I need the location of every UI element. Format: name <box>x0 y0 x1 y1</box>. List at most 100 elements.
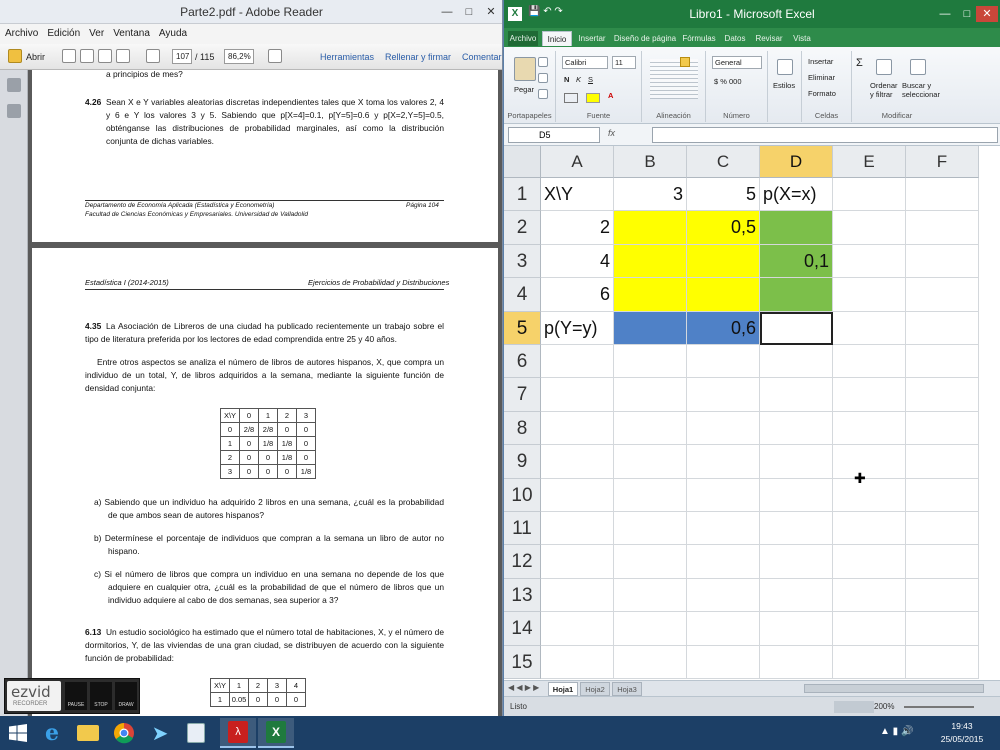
cell-c11[interactable] <box>687 512 760 546</box>
cell-e5[interactable] <box>833 311 906 345</box>
comment-button[interactable]: Comentar <box>462 52 502 62</box>
menu-ventana[interactable]: Ventana <box>108 24 154 39</box>
sheet-tab-hoja1[interactable]: Hoja1 <box>548 682 578 696</box>
cell-f14[interactable] <box>906 612 979 646</box>
cell-d4[interactable] <box>760 278 833 312</box>
row-header-9[interactable]: 9 <box>504 445 541 479</box>
tab-datos[interactable]: Datos <box>720 31 750 46</box>
cell-c15[interactable] <box>687 645 760 679</box>
cell-d15[interactable] <box>760 645 833 679</box>
cell-d2[interactable] <box>760 211 833 245</box>
cell-b10[interactable] <box>614 478 687 512</box>
cell-f12[interactable] <box>906 545 979 579</box>
find-select-button[interactable]: Buscar y seleccionar <box>902 81 942 99</box>
insert-button[interactable]: Insertar <box>808 57 833 66</box>
paste-icon[interactable] <box>514 57 536 81</box>
open-button[interactable]: Abrir <box>26 52 45 62</box>
cell-b9[interactable] <box>614 445 687 479</box>
cell-f5[interactable] <box>906 311 979 345</box>
cell-a14[interactable] <box>541 612 614 646</box>
convert-icon[interactable] <box>80 49 94 63</box>
cell-d9[interactable] <box>760 445 833 479</box>
cell-c10[interactable] <box>687 478 760 512</box>
paper-plane-icon[interactable]: ➤ <box>142 718 178 748</box>
format-button[interactable]: Formato <box>808 89 836 98</box>
cell-a13[interactable] <box>541 578 614 613</box>
styles-icon[interactable] <box>777 59 793 75</box>
horizontal-scrollbar[interactable] <box>804 684 984 693</box>
cell-a11[interactable] <box>541 512 614 546</box>
cell-b13[interactable] <box>614 578 687 613</box>
row-header-14[interactable]: 14 <box>504 612 541 646</box>
cell-f10[interactable] <box>906 478 979 512</box>
cell-d14[interactable] <box>760 612 833 646</box>
cell-a8[interactable] <box>541 411 614 446</box>
row-header-15[interactable]: 15 <box>504 645 541 679</box>
cell-c2[interactable]: 0,5 <box>687 211 760 245</box>
cell-c4[interactable] <box>687 278 760 312</box>
ezvid-stop-button[interactable]: STOP <box>90 682 112 710</box>
wrap-text-icon[interactable] <box>680 57 690 67</box>
number-format-select[interactable]: General <box>712 56 762 69</box>
cell-b1[interactable]: 3 <box>614 178 687 212</box>
name-box[interactable]: D5 <box>508 127 600 143</box>
share-icon[interactable] <box>116 49 130 63</box>
format-painter-icon[interactable] <box>538 89 548 99</box>
cell-d1[interactable]: p(X=x) <box>760 178 833 212</box>
cell-c7[interactable] <box>687 378 760 412</box>
menu-ver[interactable]: Ver <box>84 24 108 39</box>
cell-e4[interactable] <box>833 278 906 312</box>
cell-c14[interactable] <box>687 612 760 646</box>
tab-insertar[interactable]: Insertar <box>574 31 610 46</box>
menu-ayuda[interactable]: Ayuda <box>154 24 191 39</box>
underline-button[interactable]: S <box>588 75 593 84</box>
cell-f11[interactable] <box>906 512 979 546</box>
font-size-select[interactable]: 11 <box>612 56 636 69</box>
edit-icon[interactable] <box>98 49 112 63</box>
cell-c1[interactable]: 5 <box>687 178 760 212</box>
cell-f7[interactable] <box>906 378 979 412</box>
cell-a5[interactable]: p(Y=y) <box>541 311 614 345</box>
excel-maximize-button[interactable]: □ <box>956 6 978 22</box>
sort-filter-icon[interactable] <box>876 59 892 75</box>
explorer-icon[interactable] <box>70 718 106 748</box>
cell-f9[interactable] <box>906 445 979 479</box>
borders-icon[interactable] <box>564 93 578 103</box>
select-tool-icon[interactable] <box>268 49 282 63</box>
select-all-corner[interactable] <box>504 146 541 178</box>
view-buttons[interactable] <box>834 701 874 713</box>
cell-a7[interactable] <box>541 378 614 412</box>
row-header-12[interactable]: 12 <box>504 545 541 579</box>
row-header-5[interactable]: 5 <box>504 311 541 345</box>
cell-c8[interactable] <box>687 411 760 446</box>
sort-filter-button[interactable]: Ordenar y filtrar <box>870 81 900 99</box>
cell-e15[interactable] <box>833 645 906 679</box>
cell-b7[interactable] <box>614 378 687 412</box>
row-header-3[interactable]: 3 <box>504 244 541 279</box>
find-select-icon[interactable] <box>910 59 926 75</box>
reader-maximize-button[interactable]: □ <box>458 4 480 20</box>
fill-sign-button[interactable]: Rellenar y firmar <box>385 52 451 62</box>
excel-minimize-button[interactable]: — <box>934 6 956 22</box>
row-header-11[interactable]: 11 <box>504 512 541 546</box>
row-header-8[interactable]: 8 <box>504 411 541 446</box>
cell-d12[interactable] <box>760 545 833 579</box>
styles-button[interactable]: Estilos <box>773 81 795 90</box>
zoom-slider[interactable] <box>904 706 974 708</box>
tab-diseno[interactable]: Diseño de página <box>612 31 678 46</box>
cell-b12[interactable] <box>614 545 687 579</box>
ezvid-draw-button[interactable]: DRAW <box>115 682 137 710</box>
cell-b14[interactable] <box>614 612 687 646</box>
menu-archivo[interactable]: Archivo <box>0 24 42 39</box>
cell-c9[interactable] <box>687 445 760 479</box>
cell-b15[interactable] <box>614 645 687 679</box>
cell-f6[interactable] <box>906 345 979 379</box>
cell-e2[interactable] <box>833 211 906 245</box>
autosum-icon[interactable]: Σ <box>856 57 863 69</box>
row-header-2[interactable]: 2 <box>504 211 541 245</box>
cell-f3[interactable] <box>906 244 979 279</box>
row-header-10[interactable]: 10 <box>504 478 541 512</box>
taskbar-clock[interactable]: 19:43 25/05/2015 <box>932 720 992 746</box>
system-tray-icons[interactable]: ▲ ▮ 🔊 <box>880 726 913 737</box>
ezvid-pause-button[interactable]: PAUSE <box>65 682 87 710</box>
